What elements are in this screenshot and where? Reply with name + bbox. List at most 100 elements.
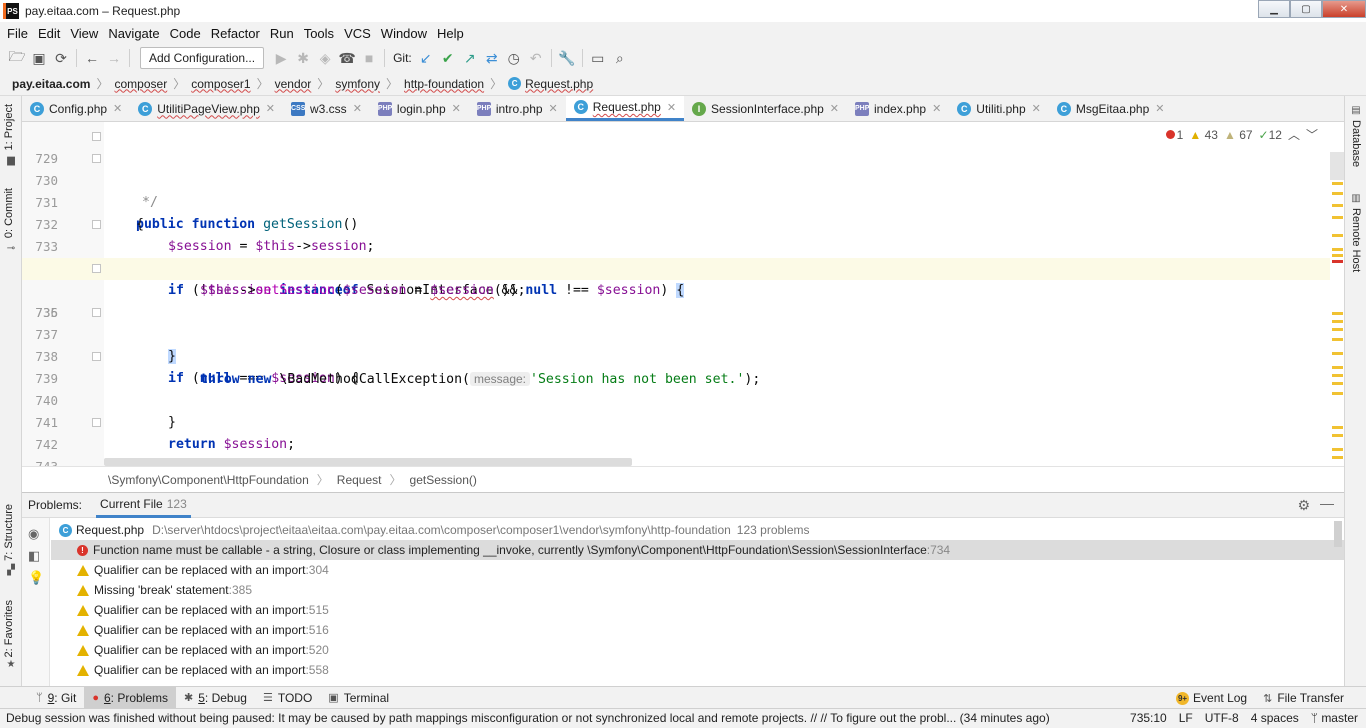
line-separator[interactable]: LF bbox=[1179, 711, 1193, 725]
stripe-mark[interactable] bbox=[1332, 366, 1343, 369]
git-update-icon[interactable]: ↙ bbox=[415, 47, 437, 69]
problems-file-row[interactable]: C Request.php D:\server\htdocs\project\e… bbox=[51, 520, 1344, 540]
git-branch[interactable]: ᛘ master bbox=[1311, 711, 1358, 725]
status-message[interactable]: Debug session was finished without being… bbox=[6, 711, 1050, 725]
settings-wrench-icon[interactable]: 🔧 bbox=[556, 47, 578, 69]
breadcrumb-class[interactable]: Request bbox=[337, 473, 382, 487]
menu-vcs[interactable]: VCS bbox=[339, 26, 376, 41]
problem-row[interactable]: Qualifier can be replaced with an import… bbox=[51, 600, 1344, 620]
stripe-mark[interactable] bbox=[1332, 216, 1343, 219]
presentation-icon[interactable]: ▭ bbox=[587, 47, 609, 69]
stripe-mark[interactable] bbox=[1332, 234, 1343, 237]
stripe-mark[interactable] bbox=[1332, 204, 1343, 207]
close-tab-icon[interactable]: ✕ bbox=[266, 102, 275, 115]
tab-request-php[interactable]: C Request.php ✕ bbox=[565, 96, 685, 121]
stripe-mark[interactable] bbox=[1332, 448, 1343, 451]
close-tab-icon[interactable]: ✕ bbox=[667, 101, 676, 114]
scroll-thumb[interactable] bbox=[1330, 152, 1344, 180]
problems-tool-tab[interactable]: ● 6: Problems bbox=[84, 686, 177, 709]
search-everywhere-icon[interactable]: ⌕ bbox=[609, 47, 631, 69]
fold-marker-icon[interactable] bbox=[92, 220, 101, 229]
stripe-mark[interactable] bbox=[1332, 192, 1343, 195]
eye-icon[interactable]: ◉ bbox=[28, 526, 39, 542]
tab-login-php[interactable]: PHP login.php ✕ bbox=[370, 96, 469, 121]
debug-bug-icon[interactable]: ✱ bbox=[292, 47, 314, 69]
maximize-button[interactable]: ▢ bbox=[1290, 0, 1322, 18]
breadcrumb-composer[interactable]: composer bbox=[115, 77, 168, 91]
stripe-mark[interactable] bbox=[1332, 338, 1343, 341]
favorites-tool-tab[interactable]: 2: Favorites bbox=[3, 600, 15, 657]
menu-window[interactable]: Window bbox=[376, 26, 432, 41]
close-tab-icon[interactable]: ✕ bbox=[353, 102, 362, 115]
hide-panel-icon[interactable]: — bbox=[1320, 495, 1334, 511]
project-tool-tab[interactable]: 1: Project bbox=[3, 104, 15, 150]
tab-msgeitaa-php[interactable]: C MsgEitaa.php ✕ bbox=[1049, 96, 1173, 121]
breadcrumb-method[interactable]: getSession() bbox=[410, 473, 477, 487]
commit-tool-tab[interactable]: 0: Commit bbox=[3, 188, 15, 238]
git-push-icon[interactable]: ↗ bbox=[459, 47, 481, 69]
stripe-mark[interactable] bbox=[1332, 312, 1343, 315]
tab-config-php[interactable]: C Config.php ✕ bbox=[22, 96, 130, 121]
lightbulb-icon[interactable]: 💡 bbox=[28, 570, 44, 586]
todo-tool-tab[interactable]: ☰ TODO bbox=[255, 687, 320, 709]
tab-sessioninterface-php[interactable]: I SessionInterface.php ✕ bbox=[684, 96, 847, 121]
problem-row[interactable]: Qualifier can be replaced with an import… bbox=[51, 640, 1344, 660]
stripe-mark[interactable] bbox=[1332, 254, 1343, 257]
stripe-mark[interactable] bbox=[1332, 456, 1343, 459]
problem-row[interactable]: Qualifier can be replaced with an import… bbox=[51, 620, 1344, 640]
error-stripe[interactable] bbox=[1330, 152, 1344, 462]
stop-icon[interactable]: ■ bbox=[358, 47, 380, 69]
synchronize-icon[interactable]: ⟳ bbox=[50, 47, 72, 69]
menu-refactor[interactable]: Refactor bbox=[206, 26, 265, 41]
problem-row[interactable]: Qualifier can be replaced with an import… bbox=[51, 560, 1344, 580]
git-commit-check-icon[interactable]: ✔ bbox=[437, 47, 459, 69]
breadcrumb-http-foundation[interactable]: http-foundation bbox=[404, 77, 484, 91]
close-tab-icon[interactable]: ✕ bbox=[549, 102, 558, 115]
tab-w3-css[interactable]: CSS w3.css ✕ bbox=[283, 96, 370, 121]
stripe-mark[interactable] bbox=[1332, 320, 1343, 323]
stripe-mark[interactable] bbox=[1332, 392, 1343, 395]
tab-current-file[interactable]: Current File 123 bbox=[96, 493, 191, 518]
tab-utiliti-php[interactable]: C Utiliti.php ✕ bbox=[949, 96, 1049, 121]
run-icon[interactable]: ▶ bbox=[270, 47, 292, 69]
git-rollback-icon[interactable]: ↶ bbox=[525, 47, 547, 69]
stripe-mark[interactable] bbox=[1332, 182, 1343, 185]
close-tab-icon[interactable]: ✕ bbox=[830, 102, 839, 115]
problems-scrollbar[interactable] bbox=[1334, 521, 1342, 547]
stripe-mark[interactable] bbox=[1332, 328, 1343, 331]
breadcrumb-request-file[interactable]: C Request.php bbox=[508, 77, 593, 91]
problem-row-error[interactable]: ! Function name must be callable - a str… bbox=[51, 540, 1344, 560]
fold-marker-icon[interactable] bbox=[92, 132, 101, 141]
menu-view[interactable]: View bbox=[65, 26, 103, 41]
problem-row[interactable]: Qualifier can be replaced with an import… bbox=[51, 660, 1344, 680]
coverage-icon[interactable]: ◈ bbox=[314, 47, 336, 69]
fold-marker-icon[interactable] bbox=[92, 264, 101, 273]
close-window-button[interactable]: ✕ bbox=[1322, 0, 1366, 18]
close-tab-icon[interactable]: ✕ bbox=[932, 102, 941, 115]
menu-help[interactable]: Help bbox=[432, 26, 469, 41]
close-tab-icon[interactable]: ✕ bbox=[113, 102, 122, 115]
menu-file[interactable]: File bbox=[2, 26, 33, 41]
stripe-error-mark[interactable] bbox=[1332, 260, 1343, 263]
preview-icon[interactable]: ◧ bbox=[28, 548, 40, 564]
save-all-icon[interactable]: ▣ bbox=[28, 47, 50, 69]
tab-index-php[interactable]: PHP index.php ✕ bbox=[847, 96, 949, 121]
remote-host-tool-tab[interactable]: Remote Host bbox=[1350, 208, 1362, 272]
forward-arrow-icon[interactable]: → bbox=[103, 47, 125, 69]
breadcrumb-symfony[interactable]: symfony bbox=[335, 77, 380, 91]
git-compare-icon[interactable]: ⇄ bbox=[481, 47, 503, 69]
breadcrumb-composer1[interactable]: composer1 bbox=[191, 77, 250, 91]
horizontal-scrollbar[interactable] bbox=[104, 458, 632, 466]
breadcrumb-namespace[interactable]: \Symfony\Component\HttpFoundation bbox=[108, 473, 309, 487]
tab-intro-php[interactable]: PHP intro.php ✕ bbox=[469, 96, 566, 121]
gear-icon[interactable]: ⚙ bbox=[1297, 497, 1310, 514]
menu-run[interactable]: Run bbox=[265, 26, 299, 41]
file-encoding[interactable]: UTF-8 bbox=[1205, 711, 1239, 725]
fold-marker-icon[interactable] bbox=[92, 154, 101, 163]
structure-tool-tab[interactable]: 7: Structure bbox=[3, 504, 15, 561]
terminal-tool-tab[interactable]: ▣ Terminal bbox=[320, 687, 397, 709]
add-configuration-button[interactable]: Add Configuration... bbox=[140, 47, 265, 69]
fold-marker-icon[interactable] bbox=[92, 418, 101, 427]
close-tab-icon[interactable]: ✕ bbox=[1032, 102, 1041, 115]
stripe-mark[interactable] bbox=[1332, 382, 1343, 385]
